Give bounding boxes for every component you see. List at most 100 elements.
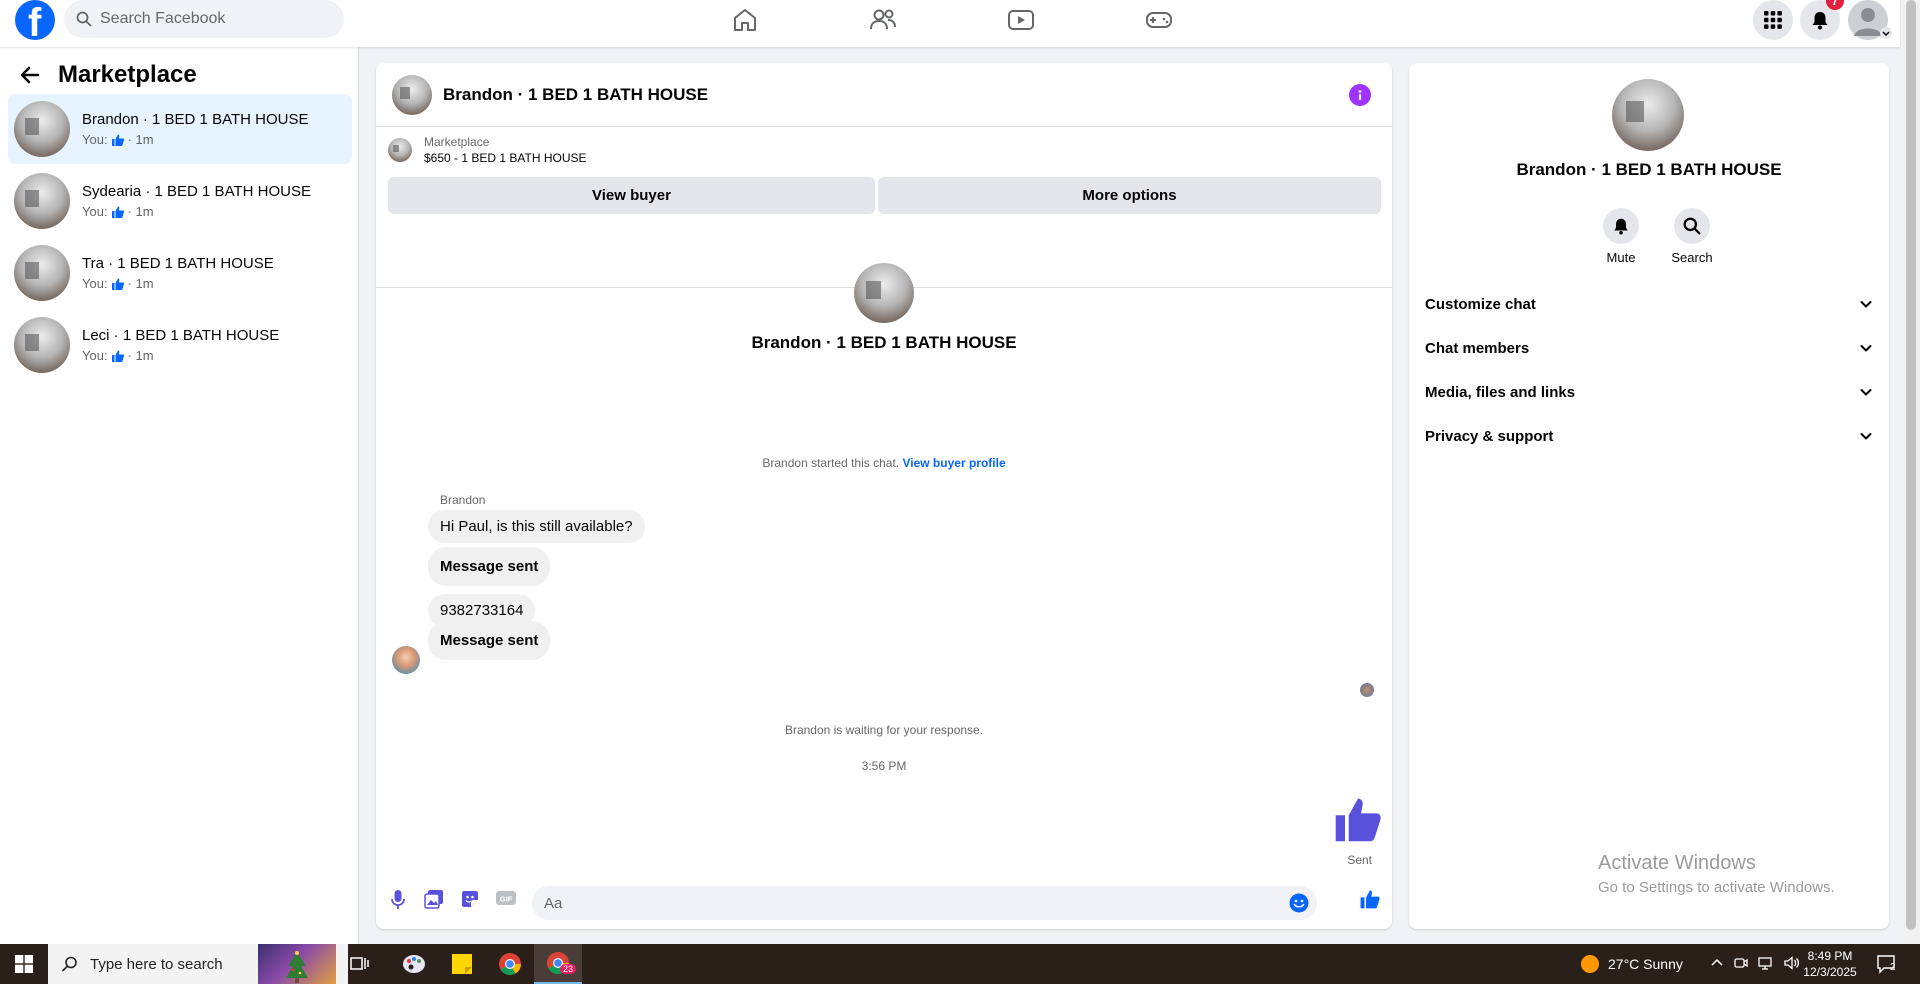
conversation-time: · 1m xyxy=(127,348,154,363)
weather-text: 27°C Sunny xyxy=(1608,956,1683,972)
intro-name: Brandon · 1 BED 1 BATH HOUSE xyxy=(751,333,1017,352)
chat-members-section[interactable]: Chat members xyxy=(1425,330,1873,366)
chat-started-notice: Brandon started this chat. View buyer pr… xyxy=(376,456,1392,470)
conversation-item[interactable]: Tra · 1 BED 1 BATH HOUSE You: · 1m xyxy=(8,238,352,308)
message-input[interactable] xyxy=(544,894,1284,912)
customize-chat-section[interactable]: Customize chat xyxy=(1425,286,1873,322)
gaming-nav-button[interactable] xyxy=(1139,4,1179,36)
top-navigation-bar: f 7 xyxy=(0,0,1900,47)
message-bubble[interactable]: Hi Paul, is this still available? xyxy=(428,510,645,543)
chevron-up-icon[interactable] xyxy=(1710,956,1724,970)
action-center-count: 2 xyxy=(1890,962,1896,973)
menu-button[interactable] xyxy=(1753,0,1793,40)
photo-icon[interactable] xyxy=(424,889,444,909)
facebook-logo-letter: f xyxy=(28,1,42,40)
sent-status: Sent xyxy=(1347,853,1372,867)
view-buyer-button[interactable]: View buyer xyxy=(388,177,875,214)
watch-nav-button[interactable] xyxy=(1001,4,1041,36)
mute-label: Mute xyxy=(1606,250,1636,265)
sender-name: Brandon xyxy=(440,493,486,507)
back-arrow-icon[interactable] xyxy=(20,65,40,85)
facebook-logo[interactable]: f xyxy=(15,0,55,40)
sticker-icon[interactable] xyxy=(460,889,480,909)
conversation-time: · 1m xyxy=(127,276,154,291)
thumbs-up-icon xyxy=(111,350,124,362)
paint-app-button[interactable] xyxy=(390,944,438,984)
message-bubble[interactable]: Message sent xyxy=(428,547,551,586)
sender-avatar[interactable] xyxy=(392,646,420,674)
gif-icon[interactable]: GIF xyxy=(495,889,517,907)
intro-avatar xyxy=(854,263,914,323)
message-composer: GIF xyxy=(376,871,1392,929)
listing-thumbnail xyxy=(14,101,70,157)
sidebar-title: Marketplace xyxy=(58,61,197,88)
activate-windows-watermark: Activate Windows Go to Settings to activ… xyxy=(1598,852,1835,896)
watermark-subtitle: Go to Settings to activate Windows. xyxy=(1598,879,1835,896)
facebook-search-input[interactable] xyxy=(100,10,320,28)
christmas-tree-icon xyxy=(286,951,308,983)
chat-avatar[interactable] xyxy=(392,74,432,115)
details-avatar[interactable] xyxy=(1612,79,1684,151)
chat-title[interactable]: Brandon · 1 BED 1 BATH HOUSE xyxy=(443,85,708,105)
listing-thumbnail xyxy=(14,317,70,373)
conversation-you-label: You: xyxy=(82,348,108,363)
thumbs-up-icon xyxy=(111,206,124,218)
conversation-item[interactable]: Brandon · 1 BED 1 BATH HOUSE You: · 1m xyxy=(8,94,352,164)
conversation-time: · 1m xyxy=(127,132,154,147)
conversation-intro: Brandon · 1 BED 1 BATH HOUSE xyxy=(376,263,1392,353)
seen-receipt-avatar xyxy=(1360,683,1374,697)
meet-now-icon[interactable] xyxy=(1734,956,1748,970)
conversation-item[interactable]: Sydearia · 1 BED 1 BATH HOUSE You: · 1m xyxy=(8,166,352,236)
listing-thumbnail xyxy=(14,245,70,301)
sticky-notes-app-button[interactable] xyxy=(438,944,486,984)
notification-count-badge: 7 xyxy=(1826,0,1844,10)
section-label: Chat members xyxy=(1425,339,1530,357)
section-label: Customize chat xyxy=(1425,295,1536,313)
notifications-button[interactable]: 7 xyxy=(1800,0,1844,40)
home-nav-button[interactable] xyxy=(725,4,765,36)
chrome-badge: 23 xyxy=(560,964,577,974)
chevron-down-icon xyxy=(1860,301,1872,308)
conversation-title: Brandon · 1 BED 1 BATH HOUSE xyxy=(82,111,309,128)
search-highlight-image[interactable] xyxy=(258,944,336,984)
conversation-info-button[interactable] xyxy=(1349,84,1371,106)
media-files-links-section[interactable]: Media, files and links xyxy=(1425,374,1873,410)
friends-nav-button[interactable] xyxy=(863,4,903,36)
mute-action[interactable]: Mute xyxy=(1591,208,1651,265)
thumbs-up-icon xyxy=(111,134,124,146)
listing-thumbnail xyxy=(388,138,412,162)
page-scrollbar-thumb[interactable] xyxy=(1906,0,1916,930)
message-input-box[interactable] xyxy=(532,886,1317,920)
listing-info[interactable]: Marketplace $650 - 1 BED 1 BATH HOUSE xyxy=(388,135,587,165)
view-buyer-profile-link[interactable]: View buyer profile xyxy=(902,456,1005,470)
like-send-icon[interactable] xyxy=(1359,888,1381,910)
task-view-button[interactable] xyxy=(336,944,384,984)
facebook-search-box[interactable] xyxy=(64,0,344,38)
chevron-down-icon xyxy=(1860,389,1872,396)
chrome-profile-app-button[interactable]: 23 xyxy=(534,944,582,984)
chat-panel: Brandon · 1 BED 1 BATH HOUSE Marketplace… xyxy=(376,63,1392,929)
more-options-button[interactable]: More options xyxy=(878,177,1381,214)
emoji-icon[interactable] xyxy=(1289,893,1309,913)
windows-taskbar: 23 27°C Sunny 8:49 PM 12/3/2025 2 xyxy=(0,944,1920,984)
taskbar-clock[interactable]: 8:49 PM 12/3/2025 xyxy=(1795,948,1865,980)
weather-widget[interactable]: 27°C Sunny xyxy=(1580,954,1683,974)
account-chevron-down-icon xyxy=(1880,27,1892,39)
network-icon[interactable] xyxy=(1758,956,1774,970)
windows-logo-icon xyxy=(15,955,33,973)
start-button[interactable] xyxy=(0,944,48,984)
sent-thumbs-up-icon[interactable] xyxy=(1332,793,1384,845)
chrome-app-button[interactable] xyxy=(486,944,534,984)
conversation-details-panel: Brandon · 1 BED 1 BATH HOUSE Mute Search… xyxy=(1409,63,1889,929)
friends-icon xyxy=(870,9,896,30)
bell-icon xyxy=(1614,218,1628,235)
conversation-item[interactable]: Leci · 1 BED 1 BATH HOUSE You: · 1m xyxy=(8,310,352,380)
privacy-support-section[interactable]: Privacy & support xyxy=(1425,418,1873,454)
microphone-icon[interactable] xyxy=(390,889,406,911)
section-label: Privacy & support xyxy=(1425,427,1554,445)
message-bubble[interactable]: Message sent xyxy=(428,621,551,660)
search-action[interactable]: Search xyxy=(1662,208,1722,265)
paint-palette-icon xyxy=(403,955,425,973)
conversation-you-label: You: xyxy=(82,276,108,291)
action-center-button[interactable]: 2 xyxy=(1876,954,1898,974)
